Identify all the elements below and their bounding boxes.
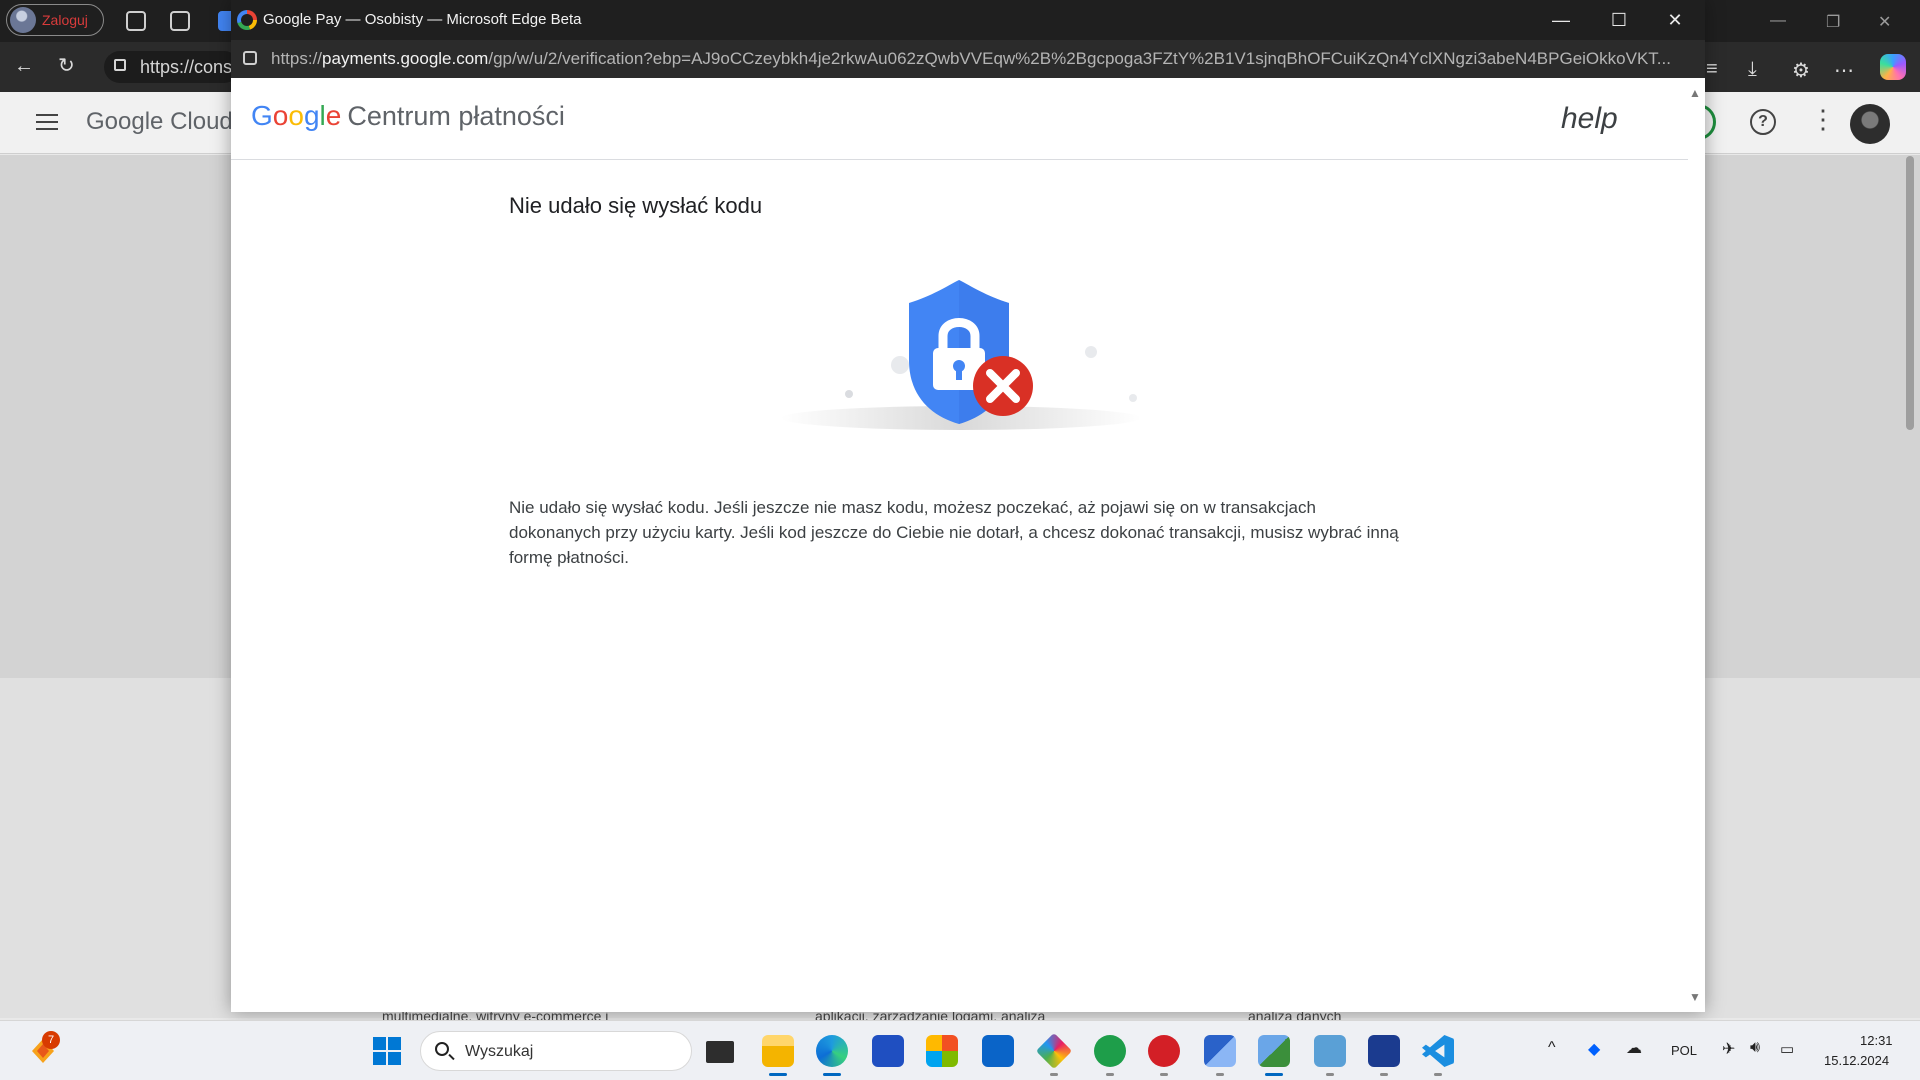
clock-time[interactable]: 12:31 [1860,1033,1893,1048]
file-explorer-icon[interactable] [762,1035,794,1067]
profile-button[interactable]: Zaloguj [6,4,104,36]
search-icon [435,1042,449,1056]
profile-label: Zaloguj [42,12,88,28]
git-icon[interactable] [1035,1032,1073,1070]
reading-list-icon[interactable]: ≡ [1706,58,1718,81]
running-indicator [1326,1073,1334,1076]
running-indicator [1106,1073,1114,1076]
save-disk-icon[interactable] [872,1035,904,1067]
language-indicator[interactable]: POL [1671,1043,1697,1058]
onedrive-icon[interactable]: ☁ [1626,1038,1642,1058]
search-placeholder: Wyszukaj [465,1043,534,1060]
tab-actions-icon[interactable] [170,11,190,31]
url-prefix: https:// [271,49,323,68]
gc-logo-cloud: Cloud [170,108,233,135]
popup-url[interactable]: https://payments.google.com/gp/w/u/2/ver… [271,49,1691,69]
background-scrollbar[interactable] [1906,156,1914,430]
notification-icon[interactable]: 7 [28,1031,60,1067]
google-wordmark: Google [251,100,342,131]
running-indicator [1160,1073,1168,1076]
windows-start-icon[interactable] [372,1036,402,1066]
background-url-text: https://cons [140,57,233,77]
help-icon[interactable]: ? [1750,109,1776,135]
help-link[interactable]: help [1561,102,1618,136]
scroll-up-icon[interactable]: ▲ [1689,86,1701,100]
google-cloud-logo[interactable]: Google Cloud [86,108,233,136]
downloads-icon[interactable]: ⤓ [1748,58,1757,81]
payments-product-name: Centrum płatności [347,101,565,131]
outlook-icon[interactable] [982,1035,1014,1067]
scroll-down-icon[interactable]: ▼ [1689,990,1701,1004]
close-button[interactable]: ✕ [1657,8,1693,32]
running-indicator [1050,1073,1058,1076]
microsoft-store-icon[interactable] [926,1035,958,1067]
running-indicator [1434,1073,1442,1076]
lock-icon [243,51,257,65]
tray-overflow-icon[interactable]: ^ [1548,1039,1556,1057]
running-indicator [1380,1073,1388,1076]
clock-date[interactable]: 15.12.2024 [1824,1053,1889,1068]
gc-logo-google: Google [86,108,164,135]
url-path: /gp/w/u/2/verification?ebp=AJ9oCCzeybkh4… [488,49,1671,68]
google-favicon-icon [237,10,257,30]
popup-title-bar[interactable]: Google Pay — Osobisty — Microsoft Edge B… [231,0,1705,40]
taskbar-search[interactable]: Wyszukaj [420,1031,692,1071]
running-indicator [823,1073,841,1076]
control-panel-icon[interactable] [1314,1035,1346,1067]
account-avatar[interactable] [1850,104,1890,144]
refresh-icon[interactable]: ↻ [58,56,75,76]
bg-close-icon[interactable]: ✕ [1878,12,1891,32]
airplane-icon[interactable]: ✈ [1722,1039,1735,1059]
battery-icon[interactable]: ▭ [1780,1040,1794,1058]
red-app-icon[interactable] [1148,1035,1180,1067]
maximize-button[interactable]: ☐ [1601,8,1637,32]
more-menu-icon[interactable]: ⋯ [1834,58,1854,83]
copilot-icon[interactable] [1880,54,1906,80]
google-pay-popup-window: Google Pay — Osobisty — Microsoft Edge B… [231,0,1705,1012]
error-heading: Nie udało się wysłać kodu [509,193,763,218]
running-indicator [769,1073,787,1076]
hamburger-menu-icon[interactable] [36,114,58,130]
minimize-button[interactable]: — [1543,8,1579,32]
extensions-icon[interactable]: ⚙ [1792,58,1810,83]
shield-lock-error-icon [781,280,1141,430]
windows-taskbar: 7 Wyszukaj ^ ◆ ☁ POL ✈ 🔊︎ ▭ 12:31 15.12.… [0,1020,1920,1080]
url-domain: payments.google.com [322,49,489,68]
vs-code-icon[interactable] [1422,1035,1454,1067]
volume-icon[interactable]: 🔊︎ [1750,1039,1760,1057]
error-message: Nie udało się wysłać kodu. Jeśli jeszcze… [509,498,1399,567]
task-view-icon[interactable] [706,1041,734,1063]
kebab-menu-icon[interactable]: ⋮ [1810,104,1836,135]
remote-icon[interactable] [1258,1035,1290,1067]
network-icon[interactable] [1204,1035,1236,1067]
notification-badge: 7 [42,1031,60,1049]
bg-minimize-icon[interactable]: — [1770,12,1786,30]
running-indicator [1265,1073,1283,1076]
popup-address-bar[interactable]: https://payments.google.com/gp/w/u/2/ver… [231,40,1705,78]
payments-page: Google Centrum płatności help Nie udało s… [231,78,1705,1012]
payments-logo[interactable]: Google Centrum płatności [251,100,565,132]
profile-avatar [10,7,36,33]
dropbox-icon[interactable]: ◆ [1588,1039,1600,1059]
edge-icon[interactable] [816,1035,848,1067]
popup-window-title: Google Pay — Osobisty — Microsoft Edge B… [263,11,582,28]
background-address-bar[interactable]: https://cons [104,51,240,83]
workspaces-icon[interactable] [126,11,146,31]
xbox-icon[interactable] [1094,1035,1126,1067]
payments-header: Google Centrum płatności help [231,78,1688,160]
bg-restore-icon[interactable]: ❐ [1826,12,1840,32]
back-icon[interactable]: ← [14,56,34,76]
running-indicator [1216,1073,1224,1076]
font-app-icon[interactable] [1368,1035,1400,1067]
lock-icon [114,59,126,71]
